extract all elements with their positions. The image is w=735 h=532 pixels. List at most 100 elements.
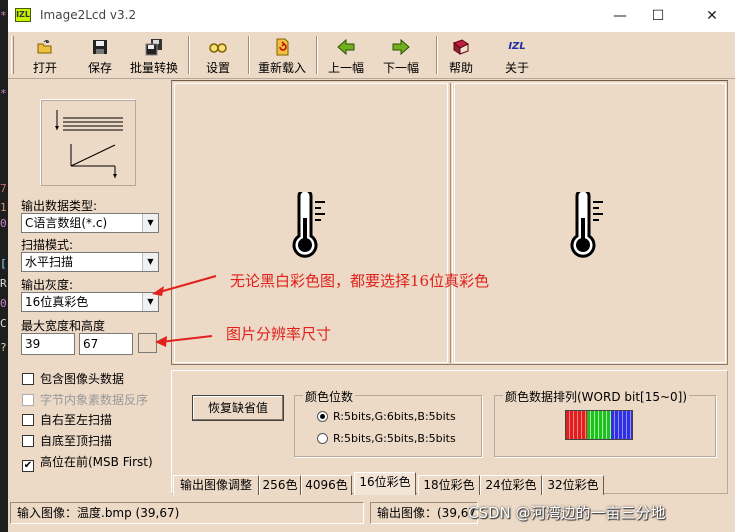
restore-defaults-button[interactable]: 恢复缺省值 (192, 395, 284, 421)
background-editor-strip: * * 7 1 0 [ R 0 C ? (0, 0, 8, 532)
toolbar-separator (436, 36, 438, 74)
blue-bits-swatch (611, 411, 632, 439)
close-button[interactable]: ✕ (689, 0, 735, 32)
editor-glyph: R (0, 277, 7, 290)
previous-image-button[interactable]: 上一幅 (323, 36, 369, 76)
help-book-icon (453, 39, 469, 55)
green-bits-swatch (586, 411, 612, 439)
max-size-label: 最大宽度和高度 (21, 319, 106, 333)
batch-convert-button[interactable]: 批量转换 (125, 36, 183, 76)
checkbox-label: 高位在前(MSB First) (40, 455, 153, 469)
tab-output-adjust[interactable]: 输出图像调整 (173, 475, 259, 495)
color-bits-legend: 颜色位数 (303, 388, 356, 405)
toolbar-separator (188, 36, 190, 74)
pane-divider[interactable] (450, 83, 453, 363)
open-button[interactable]: 打开 (26, 36, 64, 76)
checkbox-box[interactable] (22, 435, 34, 447)
size-lock-button[interactable] (138, 333, 157, 353)
checkbox-label: 包含图像头数据 (40, 372, 125, 386)
checkbox-label: 字节内象素数据反序 (40, 393, 149, 407)
checkbox-label: 自底至顶扫描 (40, 434, 113, 448)
batch-convert-button-label: 批量转换 (129, 61, 178, 75)
chevron-down-icon[interactable]: ▼ (142, 253, 158, 271)
tab-256-color[interactable]: 256色 (259, 475, 301, 495)
output-gray-select[interactable]: 16位真彩色 ▼ (21, 292, 159, 312)
tab-32bit-color[interactable]: 32位彩色 (542, 475, 604, 495)
scan-mode-label: 扫描模式: (21, 238, 74, 252)
open-folder-icon (37, 40, 52, 54)
output-type-label: 输出数据类型: (21, 199, 98, 213)
previous-image-button-label: 上一幅 (327, 61, 364, 75)
checkbox-label: 自右至左扫描 (40, 413, 113, 427)
tab-4096-color[interactable]: 4096色 (301, 475, 352, 495)
about-logo-icon: IZL (508, 41, 526, 52)
left-settings-panel: 输出数据类型: C语言数组(*.c) ▼ 扫描模式: 水平扫描 ▼ 输出灰度: … (8, 80, 170, 497)
rgb565-radio[interactable]: R:5bits,G:6bits,B:5bits (317, 410, 456, 423)
maximize-button[interactable]: ☐ (635, 0, 681, 32)
input-image-pane (174, 83, 448, 363)
tab-18bit-color[interactable]: 18位彩色 (418, 475, 480, 495)
right-to-left-checkbox[interactable]: 自右至左扫描 (22, 411, 112, 427)
editor-glyph: * (0, 9, 7, 22)
color-order-group: 颜色数据排列(WORD bit[15~0]) (494, 388, 716, 457)
csdn-watermark: CSDN @河湾边的一亩三分地 (468, 504, 666, 522)
settings-button-label: 设置 (205, 61, 230, 75)
about-button[interactable]: IZL 关于 (502, 36, 532, 76)
batch-convert-icon (145, 39, 162, 56)
tab-16bit-color[interactable]: 16位彩色 (354, 472, 416, 495)
output-gray-value: 16位真彩色 (25, 295, 89, 309)
annotation-note-size: 图片分辨率尺寸 (226, 325, 332, 343)
radio-unselected-icon[interactable] (317, 433, 328, 444)
include-header-checkbox[interactable]: 包含图像头数据 (22, 370, 124, 386)
editor-glyph: 0 (0, 297, 7, 310)
next-image-button[interactable]: 下一幅 (378, 36, 424, 76)
red-bits-swatch (566, 411, 587, 439)
max-width-input[interactable]: 39 (21, 333, 75, 355)
editor-glyph: [ (0, 257, 7, 270)
thermometer-icon (570, 192, 603, 258)
editor-glyph: ? (0, 341, 7, 354)
editor-glyph: 1 (0, 201, 7, 214)
tab-24bit-color[interactable]: 24位彩色 (480, 475, 542, 495)
radio-label: R:5bits,G:5bits,B:5bits (333, 432, 456, 445)
window-title: Image2Lcd v3.2 (40, 8, 137, 22)
input-image-status: 输入图像：温度.bmp (39,67) (10, 502, 364, 524)
scan-mode-select[interactable]: 水平扫描 ▼ (21, 252, 159, 272)
bottom-to-top-checkbox[interactable]: 自底至顶扫描 (22, 432, 112, 448)
settings-glasses-icon (209, 43, 227, 53)
reload-button[interactable]: 重新载入 (254, 36, 310, 76)
output-type-select[interactable]: C语言数组(*.c) ▼ (21, 213, 159, 233)
app-logo-icon: IZL (15, 8, 31, 22)
color-bits-group: 颜色位数 R:5bits,G:6bits,B:5bits R:5bits,G:5… (294, 388, 482, 457)
chevron-down-icon[interactable]: ▼ (142, 214, 158, 232)
msb-first-checkbox[interactable]: ✔ 高位在前(MSB First) (22, 453, 153, 472)
output-image-pane (454, 83, 726, 363)
settings-button[interactable]: 设置 (198, 36, 238, 76)
rgb555-radio[interactable]: R:5bits,G:5bits,B:5bits (317, 432, 456, 445)
annotation-note-color: 无论黑白彩色图，都要选择16位真彩色 (230, 272, 490, 290)
save-button[interactable]: 保存 (81, 36, 119, 76)
toolbar: 打开 保存 批量转换 设置 重新载入 上一幅 下一幅 帮助 IZL 关于 (8, 32, 735, 79)
title-bar[interactable]: IZL Image2Lcd v3.2 — ☐ ✕ (8, 0, 735, 32)
toolbar-separator (248, 36, 250, 74)
output-gray-label: 输出灰度: (21, 278, 74, 292)
save-button-label: 保存 (87, 61, 112, 75)
help-button-label: 帮助 (448, 61, 473, 75)
editor-glyph: 0 (0, 217, 7, 230)
checkbox-box[interactable]: ✔ (22, 460, 34, 472)
toolbar-grip[interactable] (11, 36, 14, 74)
next-image-button-label: 下一幅 (382, 61, 419, 75)
output-type-value: C语言数组(*.c) (25, 216, 108, 230)
checkbox-box[interactable] (22, 414, 34, 426)
help-button[interactable]: 帮助 (446, 36, 476, 76)
toolbar-separator (316, 36, 318, 74)
editor-glyph: C (0, 317, 7, 330)
output-image-status: 输出图像：(39,67) (370, 502, 478, 524)
radio-selected-icon[interactable] (317, 411, 328, 422)
checkbox-box[interactable] (22, 373, 34, 385)
reload-button-label: 重新载入 (257, 61, 306, 75)
chevron-down-icon[interactable]: ▼ (142, 293, 158, 311)
color-bit-order-swatch[interactable] (565, 410, 633, 440)
arrow-left-icon (337, 38, 355, 56)
max-height-input[interactable]: 67 (79, 333, 133, 355)
